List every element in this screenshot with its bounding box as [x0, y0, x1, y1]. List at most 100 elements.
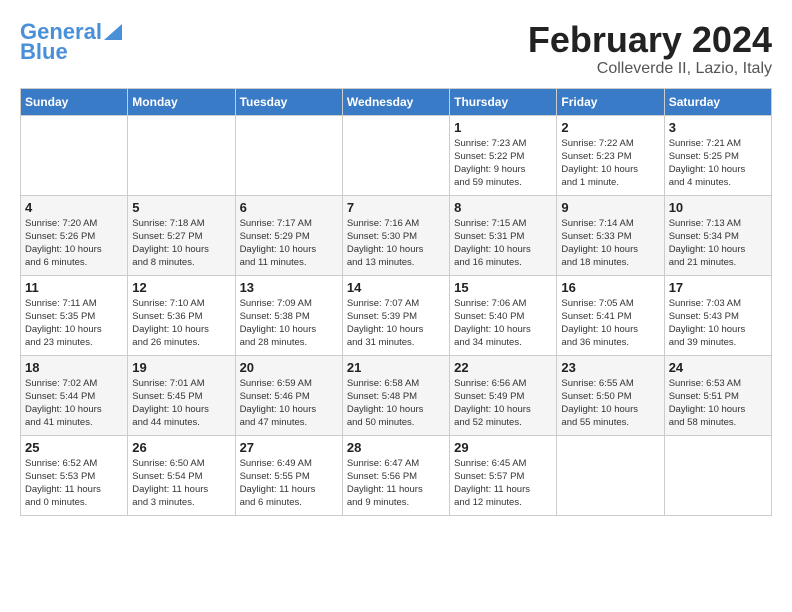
- calendar-cell: 29 Sunrise: 6:45 AM Sunset: 5:57 PM Dayli…: [450, 435, 557, 515]
- header-day-sunday: Sunday: [21, 88, 128, 115]
- calendar-cell: [557, 435, 664, 515]
- calendar-cell: 2 Sunrise: 7:22 AM Sunset: 5:23 PM Daylig…: [557, 115, 664, 195]
- day-number: 10: [669, 200, 767, 215]
- day-info: Sunrise: 6:55 AM Sunset: 5:50 PM Dayligh…: [561, 377, 659, 430]
- calendar-cell: 17Sunrise: 7:03 AM Sunset: 5:43 PM Dayli…: [664, 275, 771, 355]
- calendar-cell: 16Sunrise: 7:05 AM Sunset: 5:41 PM Dayli…: [557, 275, 664, 355]
- day-info: Sunrise: 7:17 AM Sunset: 5:29 PM Dayligh…: [240, 217, 338, 270]
- day-info: Sunrise: 6:58 AM Sunset: 5:48 PM Dayligh…: [347, 377, 445, 430]
- day-info: Sunrise: 7:02 AM Sunset: 5:44 PM Dayligh…: [25, 377, 123, 430]
- day-number: 26: [132, 440, 230, 455]
- day-info: Sunrise: 6:50 AM Sunset: 5:54 PM Dayligh…: [132, 457, 230, 510]
- month-title: February 2024: [528, 20, 772, 60]
- day-number: 20: [240, 360, 338, 375]
- header-day-monday: Monday: [128, 88, 235, 115]
- day-number: 21: [347, 360, 445, 375]
- day-number: 14: [347, 280, 445, 295]
- day-info: Sunrise: 6:53 AM Sunset: 5:51 PM Dayligh…: [669, 377, 767, 430]
- day-info: Sunrise: 7:07 AM Sunset: 5:39 PM Dayligh…: [347, 297, 445, 350]
- page-header: General Blue February 2024 Colleverde II…: [20, 20, 772, 78]
- calendar-cell: 14 Sunrise: 7:07 AM Sunset: 5:39 PM Dayli…: [342, 275, 449, 355]
- day-number: 23: [561, 360, 659, 375]
- calendar-header-row: SundayMondayTuesdayWednesdayThursdayFrid…: [21, 88, 772, 115]
- day-number: 15: [454, 280, 552, 295]
- day-info: Sunrise: 7:22 AM Sunset: 5:23 PM Dayligh…: [561, 137, 659, 190]
- day-info: Sunrise: 7:15 AM Sunset: 5:31 PM Dayligh…: [454, 217, 552, 270]
- calendar-cell: [664, 435, 771, 515]
- logo-bird-icon: [104, 20, 122, 40]
- calendar-cell: 19 Sunrise: 7:01 AM Sunset: 5:45 PM Dayli…: [128, 355, 235, 435]
- day-info: Sunrise: 6:52 AM Sunset: 5:53 PM Dayligh…: [25, 457, 123, 510]
- calendar-cell: 4 Sunrise: 7:20 AM Sunset: 5:26 PM Daylig…: [21, 195, 128, 275]
- day-info: Sunrise: 7:10 AM Sunset: 5:36 PM Dayligh…: [132, 297, 230, 350]
- calendar-cell: [342, 115, 449, 195]
- calendar-cell: 21 Sunrise: 6:58 AM Sunset: 5:48 PM Dayli…: [342, 355, 449, 435]
- day-number: 29: [454, 440, 552, 455]
- day-info: Sunrise: 7:20 AM Sunset: 5:26 PM Dayligh…: [25, 217, 123, 270]
- calendar-cell: 20 Sunrise: 6:59 AM Sunset: 5:46 PM Dayli…: [235, 355, 342, 435]
- day-number: 1: [454, 120, 552, 135]
- calendar-cell: 1 Sunrise: 7:23 AM Sunset: 5:22 PM Daylig…: [450, 115, 557, 195]
- day-info: Sunrise: 7:18 AM Sunset: 5:27 PM Dayligh…: [132, 217, 230, 270]
- day-number: 28: [347, 440, 445, 455]
- calendar-cell: 27Sunrise: 6:49 AM Sunset: 5:55 PM Dayli…: [235, 435, 342, 515]
- day-info: Sunrise: 7:13 AM Sunset: 5:34 PM Dayligh…: [669, 217, 767, 270]
- title-block: February 2024 Colleverde II, Lazio, Ital…: [528, 20, 772, 78]
- day-info: Sunrise: 6:47 AM Sunset: 5:56 PM Dayligh…: [347, 457, 445, 510]
- day-info: Sunrise: 6:59 AM Sunset: 5:46 PM Dayligh…: [240, 377, 338, 430]
- day-info: Sunrise: 7:23 AM Sunset: 5:22 PM Dayligh…: [454, 137, 552, 190]
- header-day-thursday: Thursday: [450, 88, 557, 115]
- calendar-cell: 25 Sunrise: 6:52 AM Sunset: 5:53 PM Dayli…: [21, 435, 128, 515]
- day-number: 25: [25, 440, 123, 455]
- day-info: Sunrise: 7:11 AM Sunset: 5:35 PM Dayligh…: [25, 297, 123, 350]
- calendar-cell: 10 Sunrise: 7:13 AM Sunset: 5:34 PM Dayli…: [664, 195, 771, 275]
- day-number: 27: [240, 440, 338, 455]
- day-number: 8: [454, 200, 552, 215]
- day-number: 16: [561, 280, 659, 295]
- day-info: Sunrise: 7:01 AM Sunset: 5:45 PM Dayligh…: [132, 377, 230, 430]
- header-day-saturday: Saturday: [664, 88, 771, 115]
- day-number: 5: [132, 200, 230, 215]
- calendar-week-row: 4 Sunrise: 7:20 AM Sunset: 5:26 PM Daylig…: [21, 195, 772, 275]
- calendar-week-row: 1 Sunrise: 7:23 AM Sunset: 5:22 PM Daylig…: [21, 115, 772, 195]
- header-day-wednesday: Wednesday: [342, 88, 449, 115]
- location-title: Colleverde II, Lazio, Italy: [528, 60, 772, 78]
- day-number: 24: [669, 360, 767, 375]
- day-number: 7: [347, 200, 445, 215]
- day-info: Sunrise: 7:09 AM Sunset: 5:38 PM Dayligh…: [240, 297, 338, 350]
- day-info: Sunrise: 7:06 AM Sunset: 5:40 PM Dayligh…: [454, 297, 552, 350]
- calendar-table: SundayMondayTuesdayWednesdayThursdayFrid…: [20, 88, 772, 516]
- day-info: Sunrise: 7:03 AM Sunset: 5:43 PM Dayligh…: [669, 297, 767, 350]
- day-number: 3: [669, 120, 767, 135]
- day-number: 13: [240, 280, 338, 295]
- day-number: 18: [25, 360, 123, 375]
- calendar-cell: 13 Sunrise: 7:09 AM Sunset: 5:38 PM Dayli…: [235, 275, 342, 355]
- header-day-friday: Friday: [557, 88, 664, 115]
- calendar-cell: [128, 115, 235, 195]
- day-info: Sunrise: 7:16 AM Sunset: 5:30 PM Dayligh…: [347, 217, 445, 270]
- day-info: Sunrise: 6:56 AM Sunset: 5:49 PM Dayligh…: [454, 377, 552, 430]
- calendar-cell: 12 Sunrise: 7:10 AM Sunset: 5:36 PM Dayli…: [128, 275, 235, 355]
- logo-line2: Blue: [20, 40, 68, 64]
- day-info: Sunrise: 6:45 AM Sunset: 5:57 PM Dayligh…: [454, 457, 552, 510]
- day-number: 4: [25, 200, 123, 215]
- calendar-cell: 28 Sunrise: 6:47 AM Sunset: 5:56 PM Dayli…: [342, 435, 449, 515]
- calendar-cell: [21, 115, 128, 195]
- calendar-week-row: 11 Sunrise: 7:11 AM Sunset: 5:35 PM Dayli…: [21, 275, 772, 355]
- day-number: 2: [561, 120, 659, 135]
- calendar-cell: 26 Sunrise: 6:50 AM Sunset: 5:54 PM Dayli…: [128, 435, 235, 515]
- calendar-cell: 11 Sunrise: 7:11 AM Sunset: 5:35 PM Dayli…: [21, 275, 128, 355]
- calendar-cell: 6 Sunrise: 7:17 AM Sunset: 5:29 PM Daylig…: [235, 195, 342, 275]
- day-number: 6: [240, 200, 338, 215]
- day-number: 19: [132, 360, 230, 375]
- calendar-cell: 15 Sunrise: 7:06 AM Sunset: 5:40 PM Dayli…: [450, 275, 557, 355]
- calendar-cell: [235, 115, 342, 195]
- day-number: 11: [25, 280, 123, 295]
- day-number: 9: [561, 200, 659, 215]
- calendar-cell: 18 Sunrise: 7:02 AM Sunset: 5:44 PM Dayli…: [21, 355, 128, 435]
- header-day-tuesday: Tuesday: [235, 88, 342, 115]
- logo: General Blue: [20, 20, 122, 64]
- calendar-cell: 8 Sunrise: 7:15 AM Sunset: 5:31 PM Daylig…: [450, 195, 557, 275]
- day-number: 12: [132, 280, 230, 295]
- calendar-week-row: 25 Sunrise: 6:52 AM Sunset: 5:53 PM Dayli…: [21, 435, 772, 515]
